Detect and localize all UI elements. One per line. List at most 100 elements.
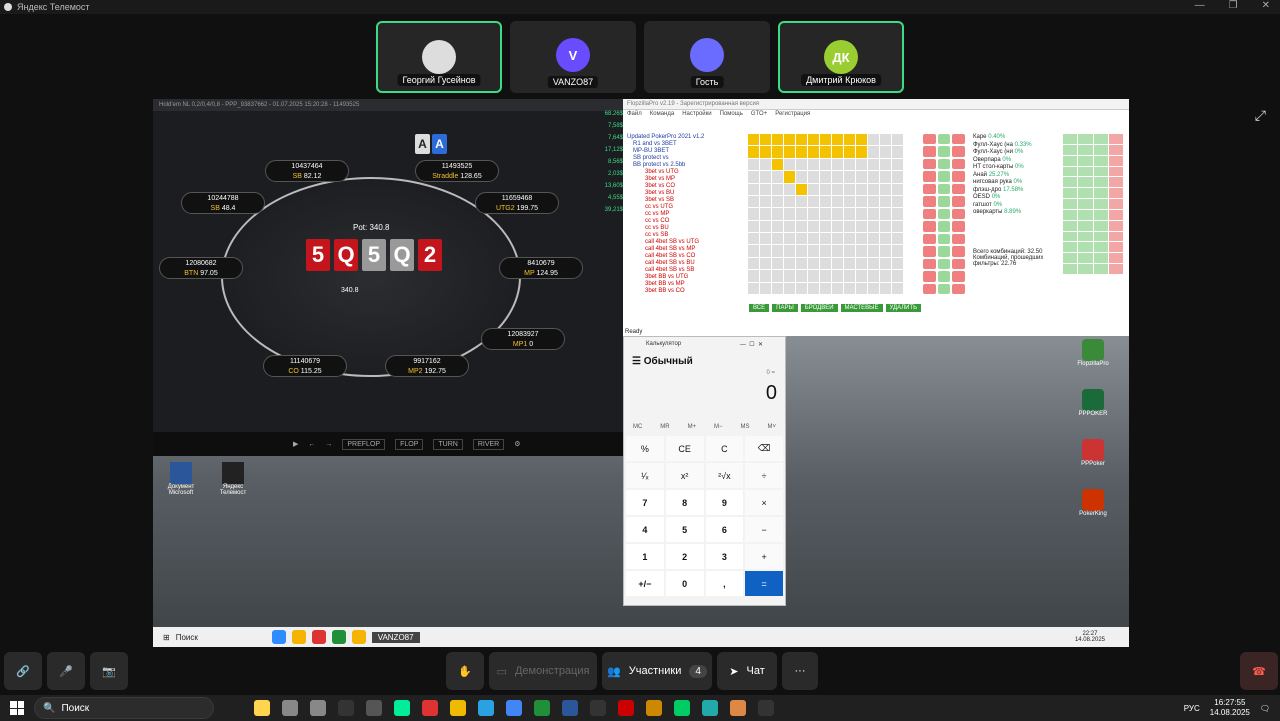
card-cell[interactable] xyxy=(1078,177,1093,188)
card-cell[interactable] xyxy=(923,196,936,207)
matrix-cell[interactable] xyxy=(844,195,855,208)
matrix-cell[interactable] xyxy=(748,245,759,257)
matrix-cell[interactable] xyxy=(880,233,891,245)
card-cell[interactable] xyxy=(952,233,965,245)
matrix-cell[interactable] xyxy=(748,208,759,220)
tree-item[interactable]: call 4bet SB vs MP xyxy=(627,246,745,253)
matrix-cell[interactable] xyxy=(868,257,879,270)
matrix-cell[interactable] xyxy=(760,195,771,208)
matrix-cell[interactable] xyxy=(844,134,855,146)
memory-button[interactable]: MS xyxy=(741,424,750,430)
matrix-cell[interactable] xyxy=(844,220,855,233)
matrix-cell[interactable] xyxy=(808,257,819,270)
calc-key[interactable]: 3 xyxy=(705,544,744,569)
remote-search[interactable]: Поиск xyxy=(176,633,266,642)
matrix-cell[interactable] xyxy=(820,270,831,282)
tree-item[interactable]: cc vs BU xyxy=(627,225,745,232)
desktop-icon[interactable]: FlopzillaPro xyxy=(1077,339,1109,367)
matrix-cell[interactable] xyxy=(832,245,843,257)
taskbar-app-icon[interactable] xyxy=(338,700,354,716)
matrix-cell[interactable] xyxy=(772,245,783,257)
tree-root[interactable]: Updated PokerPro 2021 v1.2 xyxy=(627,134,745,141)
matrix-cell[interactable] xyxy=(892,233,903,245)
matrix-cell[interactable] xyxy=(748,233,759,245)
calc-key[interactable]: +/− xyxy=(626,571,664,596)
matrix-cell[interactable] xyxy=(868,146,879,158)
taskbar-app-icon[interactable] xyxy=(730,700,746,716)
card-cell[interactable] xyxy=(952,283,965,294)
river-button[interactable]: RIVER xyxy=(472,438,505,450)
matrix-cell[interactable] xyxy=(796,282,807,294)
matrix-cell[interactable] xyxy=(856,171,867,183)
card-cell[interactable] xyxy=(1078,134,1093,144)
matrix-cell[interactable] xyxy=(772,146,783,158)
card-cell[interactable] xyxy=(1063,188,1078,199)
taskbar-app-icon[interactable] xyxy=(590,700,606,716)
matrix-cell[interactable] xyxy=(784,195,795,208)
matrix-cell[interactable] xyxy=(748,146,759,158)
matrix-cell[interactable] xyxy=(892,171,903,183)
matrix-cell[interactable] xyxy=(796,270,807,282)
card-cell[interactable] xyxy=(1108,166,1123,177)
matrix-cell[interactable] xyxy=(832,171,843,183)
matrix-cell[interactable] xyxy=(832,257,843,270)
matrix-cell[interactable] xyxy=(748,195,759,208)
matrix-cell[interactable] xyxy=(796,257,807,270)
matrix-cell[interactable] xyxy=(880,146,891,158)
tree-item[interactable]: cc vs CO xyxy=(627,218,745,225)
matrix-cell[interactable] xyxy=(892,220,903,233)
card-cell[interactable] xyxy=(1108,264,1123,274)
card-cell[interactable] xyxy=(923,146,936,157)
matrix-cell[interactable] xyxy=(856,233,867,245)
matrix-cell[interactable] xyxy=(796,220,807,233)
matrix-cell[interactable] xyxy=(772,171,783,183)
card-cell[interactable] xyxy=(1108,231,1123,242)
card-cell[interactable] xyxy=(1078,155,1093,166)
card-cell[interactable] xyxy=(1078,209,1093,220)
matrix-cell[interactable] xyxy=(892,257,903,270)
matrix-cell[interactable] xyxy=(772,220,783,233)
matrix-cell[interactable] xyxy=(880,282,891,294)
matrix-cell[interactable] xyxy=(820,245,831,257)
matrix-cell[interactable] xyxy=(892,146,903,158)
taskbar-app-icon[interactable] xyxy=(618,700,634,716)
matrix-cell[interactable] xyxy=(880,220,891,233)
card-cell[interactable] xyxy=(937,246,951,257)
card-cell[interactable] xyxy=(952,271,965,282)
calc-mode[interactable]: ☰ Обычный xyxy=(624,353,785,370)
matrix-cell[interactable] xyxy=(748,270,759,282)
taskbar-app-icon[interactable] xyxy=(674,700,690,716)
matrix-cell[interactable] xyxy=(808,220,819,233)
card-cell[interactable] xyxy=(952,183,965,195)
close-icon[interactable]: ✕ xyxy=(1262,0,1270,11)
calc-key[interactable]: 8 xyxy=(665,490,704,515)
matrix-cell[interactable] xyxy=(760,270,771,282)
card-cell[interactable] xyxy=(1108,134,1123,144)
matrix-cell[interactable] xyxy=(820,171,831,183)
matrix-cell[interactable] xyxy=(808,146,819,158)
matrix-cell[interactable] xyxy=(808,270,819,282)
matrix-cell[interactable] xyxy=(844,171,855,183)
card-cell[interactable] xyxy=(1093,199,1108,209)
taskbar-app-icon[interactable] xyxy=(702,700,718,716)
card-cell[interactable] xyxy=(923,208,936,220)
matrix-cell[interactable] xyxy=(832,233,843,245)
card-cell[interactable] xyxy=(1078,242,1093,253)
card-cell[interactable] xyxy=(937,271,951,282)
taskbar-app-icon[interactable] xyxy=(254,700,270,716)
desktop-icon[interactable]: Яндекс Телемост xyxy=(213,462,253,496)
card-cell[interactable] xyxy=(923,233,936,245)
memory-button[interactable]: MR xyxy=(660,424,669,430)
matrix-cell[interactable] xyxy=(760,158,771,171)
matrix-cell[interactable] xyxy=(880,195,891,208)
matrix-cell[interactable] xyxy=(856,195,867,208)
matrix-cell[interactable] xyxy=(784,146,795,158)
calc-key[interactable]: 1 xyxy=(626,544,664,569)
taskbar-app-icon[interactable] xyxy=(450,700,466,716)
matrix-cell[interactable] xyxy=(844,245,855,257)
matrix-cell[interactable] xyxy=(832,282,843,294)
matrix-cell[interactable] xyxy=(784,245,795,257)
matrix-cell[interactable] xyxy=(868,134,879,146)
matrix-cell[interactable] xyxy=(808,245,819,257)
matrix-cell[interactable] xyxy=(880,134,891,146)
